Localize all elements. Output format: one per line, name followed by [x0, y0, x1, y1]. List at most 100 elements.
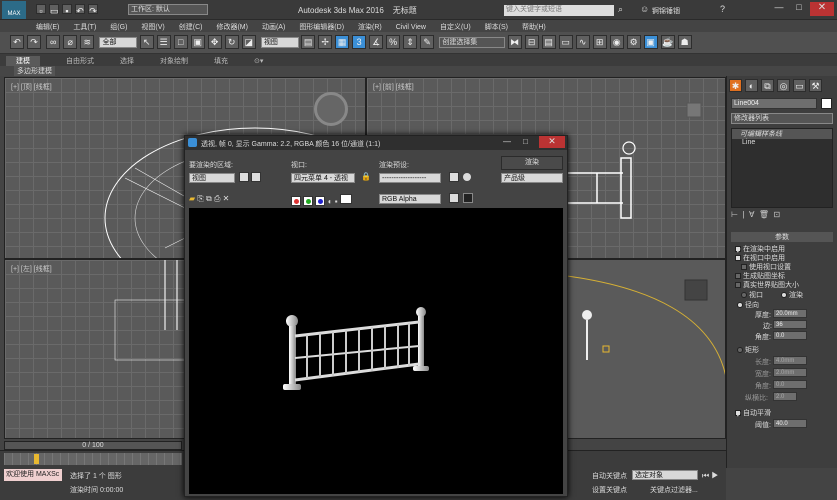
create-tab-icon[interactable]: ✱	[729, 79, 742, 92]
percent-snap-icon[interactable]: %	[386, 35, 401, 49]
spinner-snap-icon[interactable]: ⇕	[403, 35, 418, 49]
area-dropdown[interactable]: 视图	[189, 173, 235, 183]
object-name-field[interactable]: Line004	[731, 98, 817, 109]
edit-named-sets-icon[interactable]: ✎	[420, 35, 435, 49]
search-input[interactable]: 键入关键字或短语	[504, 5, 614, 16]
clone-frame-icon[interactable]: ⧉	[206, 194, 212, 203]
channel-dropdown[interactable]: RGB Alpha	[379, 194, 441, 204]
render-canvas[interactable]	[189, 208, 563, 494]
sides-spinner[interactable]: 36	[773, 320, 807, 329]
modifier-list-dropdown[interactable]: 修改器列表	[731, 113, 833, 124]
utilities-tab-icon[interactable]: ⚒	[809, 79, 822, 92]
production-dropdown[interactable]: 产品级	[501, 173, 563, 183]
rendered-frame-icon[interactable]: ▣	[643, 35, 658, 49]
checkbox[interactable]	[735, 255, 741, 262]
select-by-name-icon[interactable]: ☰	[156, 35, 171, 49]
environment-icon[interactable]	[463, 173, 471, 181]
menu-item[interactable]: 自定义(U)	[440, 22, 471, 32]
angle-spinner[interactable]: 0.0	[773, 331, 807, 340]
real-world-map-size[interactable]: 真实世界贴图大小	[735, 280, 799, 290]
save-image-icon[interactable]: ▰	[189, 194, 195, 203]
help-icon[interactable]: ?	[720, 4, 725, 14]
checkbox[interactable]: ✓	[735, 410, 742, 419]
radial-radio[interactable]: 径向	[737, 300, 759, 310]
green-channel-button[interactable]	[303, 196, 314, 206]
maximize-button[interactable]: □	[790, 2, 808, 16]
ribbon-toggle-icon[interactable]: ▭	[558, 35, 573, 49]
toggle-ui-icon[interactable]	[449, 193, 459, 203]
undo-icon[interactable]: ↶	[75, 4, 85, 16]
checkbox[interactable]: ✓	[735, 246, 742, 255]
toggle-overlay-icon[interactable]	[463, 193, 473, 203]
tab-selection[interactable]: 选择	[120, 56, 134, 66]
print-icon[interactable]: ⎙	[214, 194, 220, 203]
menu-item[interactable]: 工具(T)	[73, 22, 96, 32]
menu-item[interactable]: 修改器(M)	[216, 22, 248, 32]
save-icon[interactable]: ▪	[62, 4, 72, 16]
dialog-maximize-button[interactable]: □	[523, 137, 528, 146]
align-icon[interactable]: ⊟	[524, 35, 539, 49]
width-spinner[interactable]: 2.0mm	[773, 368, 807, 377]
unlink-icon[interactable]: ⌀	[63, 35, 78, 49]
menu-item[interactable]: 视图(V)	[141, 22, 164, 32]
user-name[interactable]: 锕锦锤锢	[652, 6, 680, 16]
viewport-dropdown[interactable]: 四元菜单 4 - 透视	[291, 173, 355, 183]
threshold-spinner[interactable]: 40.0	[773, 419, 807, 428]
edit-region-icon[interactable]	[239, 172, 249, 182]
timeline-track[interactable]	[4, 453, 182, 465]
preset-dropdown[interactable]: -------------------	[379, 173, 441, 183]
alpha-channel-icon[interactable]: ◐	[328, 197, 333, 206]
redo-icon[interactable]: ↷	[27, 35, 41, 49]
rect-region-icon[interactable]: □	[173, 35, 188, 49]
minimize-button[interactable]: —	[770, 2, 788, 16]
color-swatch[interactable]	[339, 194, 352, 204]
length-spinner[interactable]: 4.0mm	[773, 356, 807, 365]
angle-snap-icon[interactable]: ∡	[369, 35, 384, 49]
undo-icon[interactable]: ↶	[10, 35, 24, 49]
schematic-view-icon[interactable]: ⊞	[592, 35, 607, 49]
checkbox[interactable]	[741, 264, 747, 271]
tab-freeform[interactable]: 自由形式	[66, 56, 94, 66]
stack-item-editable-spline[interactable]: 可编辑样条线	[732, 129, 832, 139]
render-production-icon[interactable]: ☕	[660, 35, 675, 49]
menu-item[interactable]: 图形编辑器(D)	[299, 22, 344, 32]
user-icon[interactable]: ☺	[640, 4, 649, 14]
checkbox[interactable]	[735, 273, 741, 280]
copy-image-icon[interactable]: ⎘	[197, 194, 203, 203]
select-manipulate-icon[interactable]: ✢	[318, 35, 333, 49]
menu-item[interactable]: Civil View	[396, 24, 426, 31]
keyboard-shortcut-icon[interactable]: ▦	[335, 35, 350, 49]
auto-region-icon[interactable]	[251, 172, 261, 182]
pivot-icon[interactable]: ▤	[301, 35, 316, 49]
workspace-dropdown[interactable]: 工作区: 默认	[128, 4, 208, 15]
menu-item[interactable]: 编辑(E)	[36, 22, 59, 32]
menu-item[interactable]: 组(G)	[110, 22, 127, 32]
viewport-radio[interactable]: 视口	[741, 290, 763, 300]
search-icon[interactable]: ⌕	[618, 4, 623, 15]
ribbon-sub-label[interactable]: 多边形建模	[14, 66, 55, 76]
mirror-icon[interactable]: ⧓	[507, 35, 522, 49]
lock-icon[interactable]: 🔒	[361, 172, 371, 181]
bind-spacewarp-icon[interactable]: ≋	[80, 35, 95, 49]
aspect-spinner[interactable]: 2.0	[773, 392, 797, 401]
render-button[interactable]: 渲染	[501, 156, 563, 170]
key-lock[interactable]	[34, 454, 39, 464]
configure-sets-icon[interactable]: ⊡	[774, 210, 781, 219]
auto-key-label[interactable]: 自动关键点	[592, 471, 627, 481]
time-slider[interactable]: 0 / 100	[4, 441, 182, 450]
blue-channel-button[interactable]	[315, 196, 326, 206]
modify-tab-icon[interactable]: ◐	[745, 79, 758, 92]
maxscript-listener[interactable]: 欢迎使用 MAXSc	[4, 469, 62, 481]
move-icon[interactable]: ✥	[207, 35, 222, 49]
hierarchy-tab-icon[interactable]: ⧉	[761, 79, 774, 92]
top-viewport-gizmo[interactable]	[314, 92, 348, 126]
key-filters-button[interactable]: 关键点过滤器...	[650, 485, 698, 495]
set-key-label[interactable]: 设置关键点	[592, 485, 627, 495]
tab-populate[interactable]: 填充	[214, 56, 228, 66]
render-setup-icon[interactable]: ⚙	[626, 35, 641, 49]
object-color-swatch[interactable]	[821, 98, 832, 109]
tab-object-paint[interactable]: 对象绘制	[160, 56, 188, 66]
named-selection-sets-dropdown[interactable]: 创建选择集	[439, 36, 506, 48]
ribbon-options-icon[interactable]: ⊙▾	[254, 57, 263, 65]
show-end-result-icon[interactable]: |	[742, 210, 744, 219]
